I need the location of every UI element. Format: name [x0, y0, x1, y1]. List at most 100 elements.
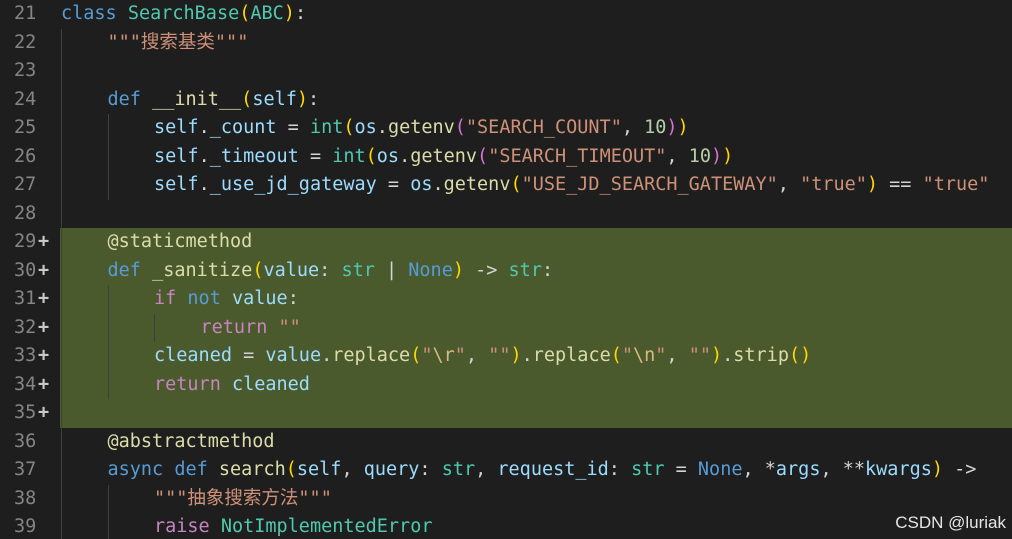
code-token: _count	[209, 117, 277, 138]
code-line[interactable]: 33 + cleaned = value.replace("\r", "").rep…	[0, 342, 1012, 371]
indent-guide	[107, 285, 109, 314]
line-gutter: 21	[0, 0, 60, 29]
code-token: "	[454, 345, 466, 366]
code-text: return cleaned	[154, 371, 310, 400]
code-token: int	[309, 117, 344, 138]
code-token: =	[664, 459, 698, 480]
code-line[interactable]: 29 + @staticmethod	[0, 228, 1012, 257]
code-line[interactable]: 27 self._use_jd_gateway = os.getenv("USE_…	[0, 171, 1012, 200]
code-token: (	[365, 145, 377, 167]
line-number: 37	[14, 459, 37, 480]
code-token: class	[61, 3, 117, 24]
code-token: (	[343, 117, 355, 138]
code-line[interactable]: 35 +	[0, 399, 1012, 428]
code-line[interactable]: 21 class SearchBase(ABC):	[0, 0, 1012, 29]
code-line[interactable]: 31 + if not value:	[0, 285, 1012, 314]
code-token: ,	[666, 145, 689, 167]
code-token: replace	[532, 345, 611, 366]
code-token: )	[510, 345, 522, 366]
code-token: (	[610, 345, 622, 366]
code-token: self	[252, 88, 297, 110]
code-token: cleaned	[154, 345, 232, 366]
code-token: :	[294, 3, 307, 24]
code-token: _sanitize	[152, 259, 253, 281]
code-token: (	[239, 3, 251, 24]
code-token: ==	[878, 174, 923, 195]
indent-guide	[107, 313, 109, 342]
code-token: None	[697, 459, 743, 480]
line-gutter: 22	[0, 28, 60, 57]
code-token: ,	[341, 459, 364, 480]
code-token: .	[198, 117, 210, 138]
code-line[interactable]: 30 + def _sanitize(value: str | None) -> s…	[0, 256, 1012, 285]
code-line[interactable]: 39 raise NotImplementedError	[0, 513, 1012, 539]
indent-guide	[107, 342, 109, 371]
code-token: str	[341, 259, 375, 281]
line-number: 38	[14, 487, 37, 509]
code-line[interactable]: 22 """搜索基类"""	[0, 28, 1012, 57]
code-text: async def search(self, query: str, reque…	[108, 456, 977, 485]
code-line[interactable]: 24 def __init__(self):	[0, 85, 1012, 114]
code-text: cleaned = value.replace("\r", "").replac…	[154, 342, 811, 371]
code-line[interactable]: 26 self._timeout = int(os.getenv("SEARCH_…	[0, 142, 1012, 171]
indent-guide	[61, 228, 62, 257]
code-editor[interactable]: 21 class SearchBase(ABC): 22 """搜索基类""" 23 24…	[0, 0, 1012, 539]
diff-added-marker: +	[38, 402, 50, 423]
code-token: )	[710, 145, 723, 167]
code-token: ,	[465, 345, 489, 366]
diff-added-marker: +	[38, 373, 50, 395]
code-line[interactable]: 32 + return ""	[0, 313, 1012, 342]
code-line[interactable]: 37 async def search(self, query: str, req…	[0, 456, 1012, 485]
code-line[interactable]: 38 """抽象搜索方法"""	[0, 484, 1012, 513]
indent-guide	[107, 370, 109, 399]
code-token: getenv	[410, 145, 478, 167]
code-line[interactable]: 36 @abstractmethod	[0, 427, 1012, 457]
code-token: replace	[332, 345, 411, 366]
line-number: 27	[14, 174, 37, 195]
code-line[interactable]: 23	[0, 57, 1012, 86]
code-token: =	[376, 174, 411, 195]
code-token: )	[866, 174, 879, 195]
line-number: 26	[14, 145, 37, 167]
code-token: :	[541, 259, 554, 281]
code-token: :	[308, 88, 320, 110]
code-token: =	[231, 345, 266, 366]
code-text: @abstractmethod	[108, 428, 275, 457]
line-number: 22	[14, 31, 37, 53]
code-token: "	[621, 345, 633, 366]
code-token: :	[287, 288, 299, 309]
code-token: ->	[463, 259, 509, 281]
code-token: str	[441, 459, 476, 480]
code-token: str	[631, 459, 665, 480]
indent-guide	[61, 256, 62, 285]
line-number: 29	[14, 231, 37, 252]
code-token: "SEARCH_TIMEOUT"	[488, 145, 667, 167]
code-token: .	[198, 145, 210, 167]
code-text: self._count = int(os.getenv("SEARCH_COUN…	[154, 114, 689, 143]
code-token: 10	[688, 145, 711, 167]
code-token: @staticmethod	[107, 231, 253, 252]
code-token: value	[231, 288, 288, 309]
code-token: ,	[777, 174, 801, 195]
line-gutter: 26	[0, 142, 60, 171]
code-token: "USE_JD_SEARCH_GATEWAY"	[521, 174, 778, 195]
code-token: )	[931, 459, 943, 480]
code-line[interactable]: 34 + return cleaned	[0, 370, 1012, 400]
line-gutter: 35 +	[0, 399, 60, 428]
line-gutter: 37	[0, 456, 60, 485]
code-line[interactable]: 25 self._count = int(os.getenv("SEARCH_CO…	[0, 114, 1012, 143]
line-number: 30	[14, 259, 37, 281]
line-number: 34	[14, 373, 37, 395]
line-number: 39	[14, 516, 37, 537]
diff-added-marker: +	[38, 345, 50, 366]
code-token: if	[154, 288, 177, 309]
line-gutter: 33 +	[0, 342, 60, 371]
code-line[interactable]: 28	[0, 199, 1012, 228]
code-token: os	[376, 145, 400, 167]
indent-guide	[107, 171, 109, 200]
